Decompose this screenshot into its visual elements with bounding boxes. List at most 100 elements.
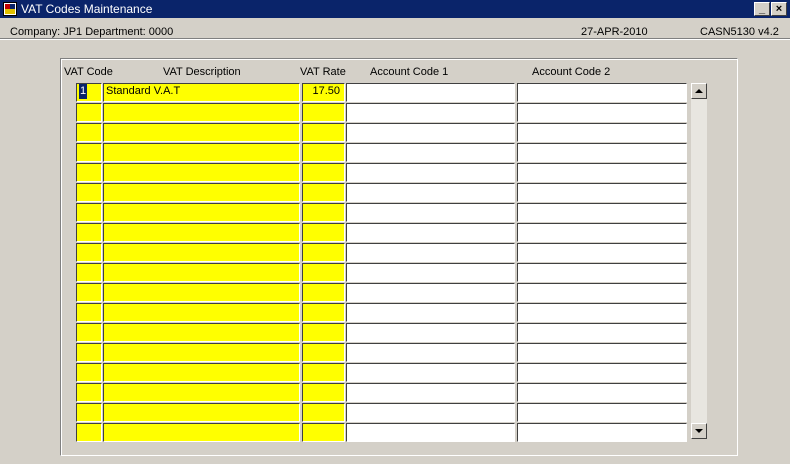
vat-code-field[interactable] xyxy=(76,103,102,122)
account-code-1-field[interactable] xyxy=(346,383,515,402)
vat-code-field[interactable] xyxy=(76,223,102,242)
table-row xyxy=(0,383,790,403)
table-row xyxy=(0,283,790,303)
account-code-1-field[interactable] xyxy=(346,183,515,202)
table-row xyxy=(0,223,790,243)
vat-description-field[interactable]: Standard V.A.T xyxy=(103,83,300,102)
account-code-2-field[interactable] xyxy=(517,163,687,182)
account-code-2-field[interactable] xyxy=(517,243,687,262)
account-code-1-field[interactable] xyxy=(346,123,515,142)
vat-rate-field[interactable] xyxy=(302,423,345,442)
account-code-1-field[interactable] xyxy=(346,283,515,302)
vat-description-field[interactable] xyxy=(103,323,300,342)
vat-description-field[interactable] xyxy=(103,283,300,302)
account-code-2-field[interactable] xyxy=(517,103,687,122)
scroll-down-button[interactable] xyxy=(691,423,707,439)
vat-code-field[interactable] xyxy=(76,343,102,362)
vat-code-field[interactable] xyxy=(76,283,102,302)
arrow-down-icon xyxy=(695,429,703,433)
account-code-2-field[interactable] xyxy=(517,363,687,382)
vat-description-field[interactable] xyxy=(103,203,300,222)
vat-rate-field[interactable] xyxy=(302,163,345,182)
table-row xyxy=(0,203,790,223)
vat-rate-field[interactable]: 17.50 xyxy=(302,83,345,102)
vat-rate-field[interactable] xyxy=(302,243,345,262)
vat-code-field[interactable] xyxy=(76,303,102,322)
vat-description-field[interactable] xyxy=(103,243,300,262)
vat-description-field[interactable] xyxy=(103,123,300,142)
account-code-1-field[interactable] xyxy=(346,243,515,262)
vat-description-field[interactable] xyxy=(103,423,300,442)
vat-code-field[interactable] xyxy=(76,203,102,222)
vat-code-field[interactable] xyxy=(76,243,102,262)
vertical-scrollbar[interactable] xyxy=(691,83,707,439)
vat-rate-field[interactable] xyxy=(302,223,345,242)
vat-rate-field[interactable] xyxy=(302,123,345,142)
account-code-2-field[interactable] xyxy=(517,223,687,242)
account-code-2-field[interactable] xyxy=(517,423,687,442)
vat-rate-field[interactable] xyxy=(302,403,345,422)
account-code-1-field[interactable] xyxy=(346,403,515,422)
vat-code-field[interactable] xyxy=(76,423,102,442)
account-code-2-field[interactable] xyxy=(517,403,687,422)
vat-description-field[interactable] xyxy=(103,383,300,402)
account-code-2-field[interactable] xyxy=(517,283,687,302)
vat-description-field[interactable] xyxy=(103,183,300,202)
vat-rate-field[interactable] xyxy=(302,363,345,382)
account-code-2-field[interactable] xyxy=(517,383,687,402)
account-code-1-field[interactable] xyxy=(346,303,515,322)
vat-rate-field[interactable] xyxy=(302,183,345,202)
vat-rate-field[interactable] xyxy=(302,283,345,302)
vat-code-field[interactable] xyxy=(76,383,102,402)
vat-description-field[interactable] xyxy=(103,143,300,162)
vat-code-field[interactable] xyxy=(76,163,102,182)
vat-code-field[interactable] xyxy=(76,363,102,382)
account-code-2-field[interactable] xyxy=(517,83,687,102)
table-row xyxy=(0,243,790,263)
vat-code-field[interactable] xyxy=(76,323,102,342)
vat-code-field[interactable] xyxy=(76,123,102,142)
vat-description-field[interactable] xyxy=(103,103,300,122)
vat-rate-field[interactable] xyxy=(302,323,345,342)
vat-rate-field[interactable] xyxy=(302,103,345,122)
account-code-2-field[interactable] xyxy=(517,123,687,142)
vat-rate-field[interactable] xyxy=(302,143,345,162)
account-code-1-field[interactable] xyxy=(346,103,515,122)
vat-description-field[interactable] xyxy=(103,163,300,182)
vat-description-field[interactable] xyxy=(103,343,300,362)
account-code-2-field[interactable] xyxy=(517,203,687,222)
vat-description-field[interactable] xyxy=(103,263,300,282)
vat-rate-field[interactable] xyxy=(302,383,345,402)
vat-code-field[interactable]: 1 xyxy=(76,83,102,102)
account-code-1-field[interactable] xyxy=(346,223,515,242)
vat-description-field[interactable] xyxy=(103,223,300,242)
account-code-1-field[interactable] xyxy=(346,83,515,102)
vat-code-field[interactable] xyxy=(76,183,102,202)
account-code-2-field[interactable] xyxy=(517,343,687,362)
vat-code-field[interactable] xyxy=(76,263,102,282)
table-row xyxy=(0,343,790,363)
vat-code-field[interactable] xyxy=(76,403,102,422)
vat-rate-field[interactable] xyxy=(302,343,345,362)
vat-rate-field[interactable] xyxy=(302,303,345,322)
account-code-2-field[interactable] xyxy=(517,143,687,162)
account-code-1-field[interactable] xyxy=(346,263,515,282)
account-code-1-field[interactable] xyxy=(346,203,515,222)
account-code-1-field[interactable] xyxy=(346,163,515,182)
vat-description-field[interactable] xyxy=(103,303,300,322)
account-code-1-field[interactable] xyxy=(346,423,515,442)
vat-description-field[interactable] xyxy=(103,403,300,422)
account-code-1-field[interactable] xyxy=(346,323,515,342)
account-code-2-field[interactable] xyxy=(517,183,687,202)
account-code-2-field[interactable] xyxy=(517,303,687,322)
account-code-1-field[interactable] xyxy=(346,343,515,362)
account-code-1-field[interactable] xyxy=(346,363,515,382)
vat-description-field[interactable] xyxy=(103,363,300,382)
account-code-2-field[interactable] xyxy=(517,323,687,342)
scroll-up-button[interactable] xyxy=(691,83,707,99)
account-code-2-field[interactable] xyxy=(517,263,687,282)
vat-rate-field[interactable] xyxy=(302,203,345,222)
vat-code-field[interactable] xyxy=(76,143,102,162)
account-code-1-field[interactable] xyxy=(346,143,515,162)
vat-rate-field[interactable] xyxy=(302,263,345,282)
